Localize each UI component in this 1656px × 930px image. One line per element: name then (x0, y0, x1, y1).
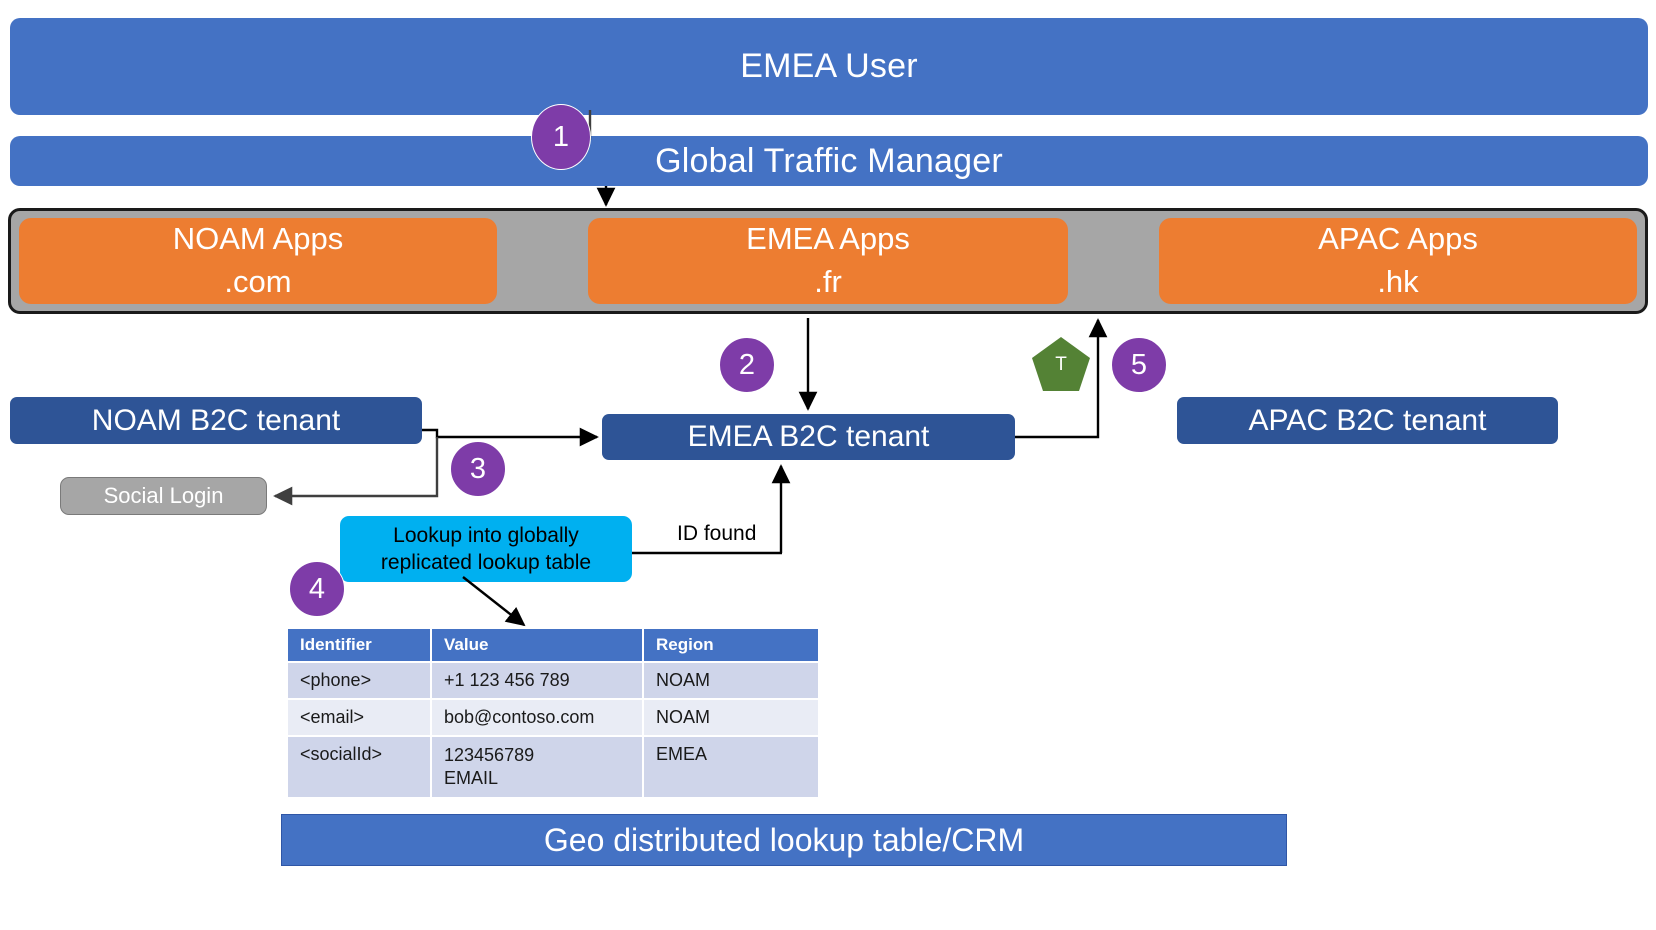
step-badge-2: 2 (719, 337, 775, 393)
tenant-box-noam[interactable]: NOAM B2C tenant (10, 397, 422, 444)
arrow-fork-to-social-login (273, 437, 439, 506)
step-badge-5: 5 (1111, 337, 1167, 393)
table-row: <phone> +1 123 456 789 NOAM (286, 661, 820, 700)
lookup-cell-region: NOAM (642, 698, 820, 737)
geo-lookup-banner-label: Geo distributed lookup table/CRM (543, 821, 1025, 858)
table-row: <email> bob@contoso.com NOAM (286, 698, 820, 737)
app-card-apac-domain: .hk (1377, 264, 1419, 299)
lookup-cell-region: NOAM (642, 661, 820, 700)
lookup-table-header-row: Identifier Value Region (286, 627, 820, 663)
tenant-box-emea[interactable]: EMEA B2C tenant (602, 414, 1015, 460)
lookup-table-col-value: Value (430, 627, 644, 663)
lookup-table: Identifier Value Region <phone> +1 123 4… (286, 627, 820, 800)
lookup-table-wrapper: Identifier Value Region <phone> +1 123 4… (286, 627, 820, 800)
global-traffic-manager-label: Global Traffic Manager (655, 141, 1003, 180)
app-card-noam-domain: .com (224, 264, 292, 299)
global-traffic-manager-banner: Global Traffic Manager (10, 136, 1648, 186)
apps-region-container: NOAM Apps .com EMEA Apps .fr APAC Apps .… (8, 208, 1648, 314)
tenant-box-apac-label: APAC B2C tenant (1248, 403, 1487, 437)
lookup-callout-line1: Lookup into globally (393, 523, 579, 547)
tenant-box-emea-label: EMEA B2C tenant (687, 420, 930, 453)
step-badge-3-label: 3 (469, 452, 487, 485)
lookup-cell-identifier: <email> (286, 698, 432, 737)
app-card-emea-name: EMEA Apps (746, 221, 910, 257)
step-badge-2-label: 2 (738, 348, 756, 381)
app-card-apac[interactable]: APAC Apps .hk (1159, 218, 1637, 304)
arrow-callout-to-lookup-table (462, 576, 526, 627)
lookup-table-col-region: Region (642, 627, 820, 663)
lookup-cell-region: EMEA (642, 734, 820, 800)
app-card-emea[interactable]: EMEA Apps .fr (588, 218, 1068, 304)
pentagon-icon (1032, 337, 1090, 391)
token-pentagon-marker: T (1030, 335, 1092, 393)
diagram-canvas: EMEA User Global Traffic Manager NOAM Ap… (0, 0, 1656, 930)
emea-user-banner-label: EMEA User (740, 47, 918, 85)
emea-user-banner: EMEA User (10, 18, 1648, 115)
lookup-cell-identifier: <phone> (286, 661, 432, 700)
lookup-cell-value: 123456789 EMAIL (430, 734, 644, 800)
geo-lookup-banner: Geo distributed lookup table/CRM (281, 814, 1287, 866)
arrow-noam-tenant-to-emea-tenant (422, 427, 599, 447)
tenant-box-apac[interactable]: APAC B2C tenant (1177, 397, 1558, 444)
app-card-apac-name: APAC Apps (1318, 221, 1478, 257)
step-badge-3: 3 (450, 441, 506, 497)
step-badge-4-label: 4 (308, 572, 326, 605)
app-card-noam[interactable]: NOAM Apps .com (19, 218, 497, 304)
tenant-box-noam-label: NOAM B2C tenant (91, 403, 341, 437)
lookup-cell-identifier: <socialId> (286, 734, 432, 800)
step-badge-5-label: 5 (1130, 348, 1148, 381)
step-badge-1-label: 1 (552, 120, 570, 153)
step-badge-4: 4 (289, 561, 345, 617)
lookup-cell-value: bob@contoso.com (430, 698, 644, 737)
id-found-label: ID found (677, 522, 757, 545)
table-row: <socialId> 123456789 EMAIL EMEA (286, 734, 820, 800)
lookup-cell-value: +1 123 456 789 (430, 661, 644, 700)
step-badge-1: 1 (531, 104, 591, 170)
lookup-callout-box: Lookup into globally replicated lookup t… (340, 516, 632, 582)
lookup-callout-line2: replicated lookup table (380, 551, 592, 574)
social-login-box[interactable]: Social Login (60, 477, 267, 515)
app-card-emea-domain: .fr (814, 264, 842, 299)
lookup-table-col-identifier: Identifier (286, 627, 432, 663)
social-login-label: Social Login (103, 483, 224, 508)
app-card-noam-name: NOAM Apps (172, 221, 344, 257)
